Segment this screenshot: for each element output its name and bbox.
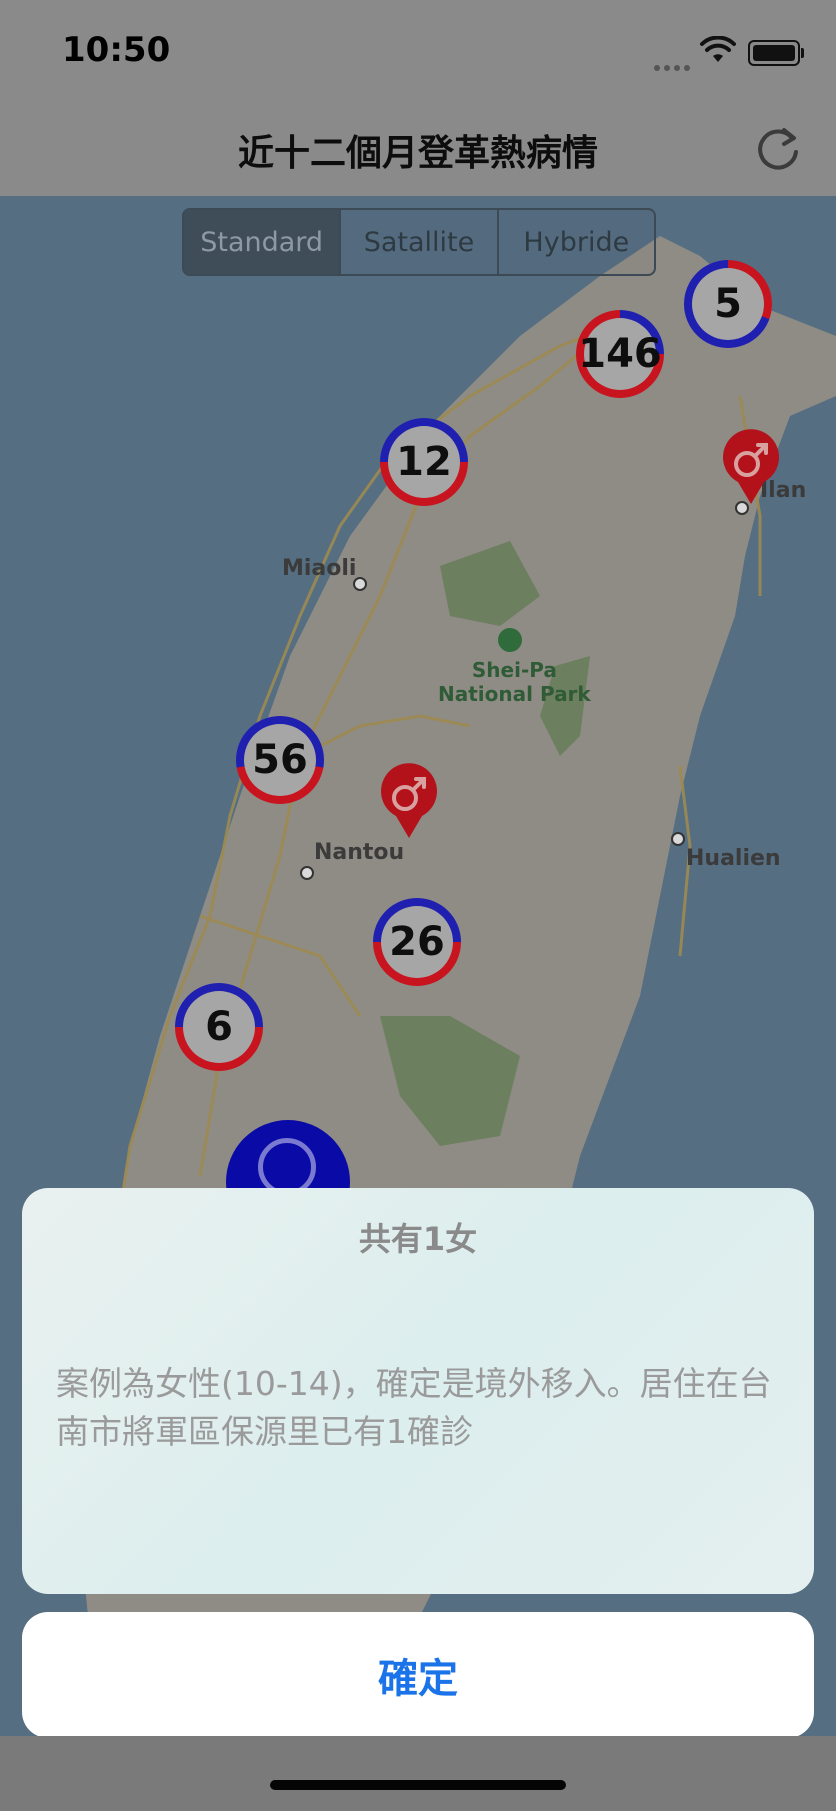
case-cluster-marker[interactable]: 6 [175, 983, 263, 1071]
male-case-pin-icon[interactable] [378, 762, 440, 840]
cluster-count: 12 [396, 439, 452, 485]
map-type-satellite[interactable]: Satallite [341, 210, 499, 274]
place-label-miaoli: Miaoli [282, 556, 357, 581]
case-cluster-marker[interactable]: 5 [684, 260, 772, 348]
cellular-signal-icon [654, 56, 694, 75]
cluster-count: 6 [205, 1004, 233, 1050]
navigation-bar: 近十二個月登革熱病情 [0, 100, 836, 197]
case-cluster-marker[interactable]: 26 [373, 898, 461, 986]
park-label-line1: Shei-Pa [471, 658, 557, 682]
confirm-button[interactable]: 確定 [22, 1612, 814, 1738]
park-label-line2: National Park [438, 682, 591, 706]
home-indicator[interactable] [270, 1780, 566, 1790]
map-type-standard[interactable]: Standard [184, 210, 342, 274]
wifi-icon [700, 36, 736, 62]
bottom-safe-area [0, 1736, 836, 1811]
cluster-count: 5 [714, 281, 742, 327]
cluster-count: 26 [389, 919, 445, 965]
status-time: 10:50 [62, 30, 171, 70]
case-cluster-marker[interactable]: 56 [236, 716, 324, 804]
case-detail-alert: 共有1女 案例為女性(10-14)，確定是境外移入。居住在台南市將軍區保源里已有… [22, 1188, 814, 1594]
cluster-count: 146 [578, 331, 662, 377]
place-label-hualien: Hualien [686, 846, 781, 871]
park-label: Shei-Pa National Park [438, 658, 591, 706]
cluster-count: 56 [252, 737, 308, 783]
status-bar: 10:50 [0, 0, 836, 100]
case-cluster-marker[interactable]: 12 [380, 418, 468, 506]
battery-icon [748, 40, 804, 66]
page-title: 近十二個月登革熱病情 [237, 133, 598, 174]
refresh-icon[interactable] [752, 122, 804, 174]
alert-message: 案例為女性(10-14)，確定是境外移入。居住在台南市將軍區保源里已有1確診 [56, 1364, 772, 1451]
alert-title: 共有1女 [358, 1220, 478, 1258]
map-type-hybrid[interactable]: Hybride [499, 210, 654, 274]
case-cluster-marker[interactable]: 146 [576, 310, 664, 398]
map-type-segmented-control[interactable]: Standard Satallite Hybride [182, 208, 656, 276]
male-case-pin-icon[interactable] [720, 428, 782, 506]
place-label-nantou: Nantou [314, 840, 405, 865]
